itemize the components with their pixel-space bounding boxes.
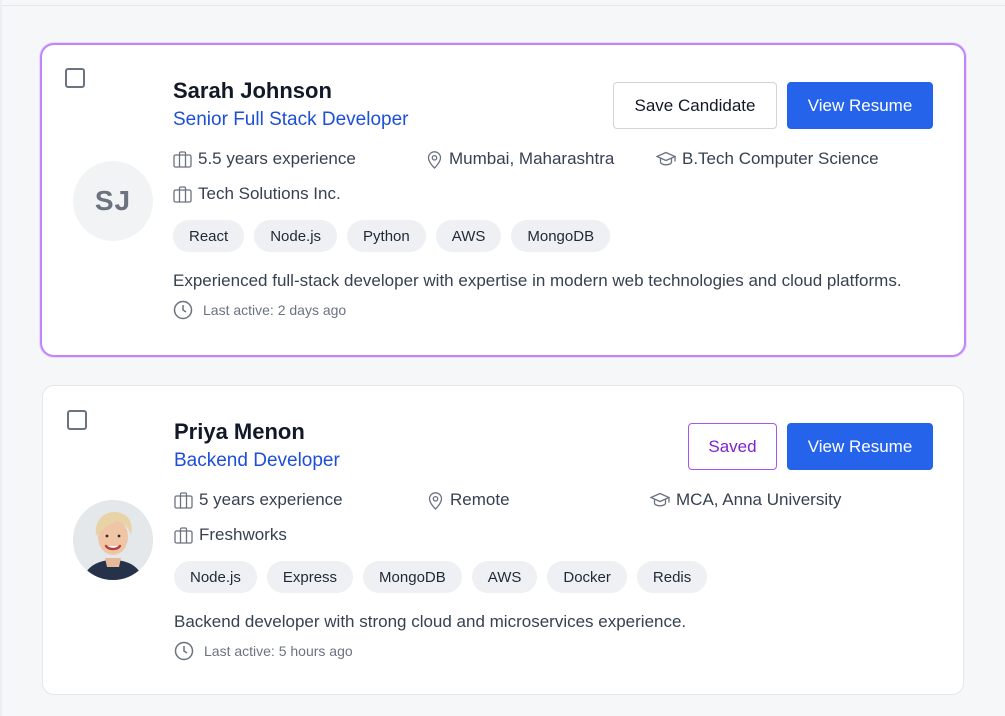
skill-tags: React Node.js Python AWS MongoDB (173, 220, 934, 252)
education-meta: MCA, Anna University (650, 490, 841, 510)
skill-tag: Python (347, 220, 426, 252)
location-text: Remote (450, 490, 510, 509)
candidate-photo (73, 500, 153, 580)
candidate-details: Sarah Johnson Senior Full Stack Develope… (173, 77, 934, 320)
skill-tags: Node.js Express MongoDB AWS Docker Redis (174, 561, 933, 593)
avatar-photo (73, 500, 153, 580)
select-candidate-checkbox[interactable] (67, 410, 87, 430)
briefcase-icon (173, 150, 192, 168)
meta-row: 5 years experience Remote MCA, Anna Univ… (174, 488, 933, 512)
candidate-name: Priya Menon (174, 419, 305, 444)
page-top-edge (0, 0, 1005, 6)
candidate-role: Senior Full Stack Developer (173, 109, 409, 130)
company-meta: Freshworks (174, 525, 287, 545)
education-text: MCA, Anna University (676, 490, 842, 509)
company-meta: Tech Solutions Inc. (173, 184, 341, 204)
candidate-name: Sarah Johnson (173, 78, 332, 103)
candidate-role: Backend Developer (174, 450, 340, 471)
candidate-card[interactable]: SJ Save Candidate View Resume Sarah John… (40, 43, 966, 357)
map-pin-icon (428, 491, 443, 510)
location-meta: Remote (427, 490, 650, 510)
location-meta: Mumbai, Maharashtra (426, 149, 656, 169)
last-active-text: Last active: 2 days ago (203, 302, 347, 318)
clock-icon (174, 641, 194, 661)
building-icon (173, 185, 192, 203)
last-active: Last active: 5 hours ago (174, 641, 933, 661)
meta-row: Freshworks (174, 523, 933, 547)
experience-meta: 5 years experience (174, 490, 427, 510)
company-text: Freshworks (199, 525, 287, 544)
location-text: Mumbai, Maharashtra (449, 149, 615, 168)
last-active: Last active: 2 days ago (173, 300, 934, 320)
skill-tag: AWS (435, 220, 502, 252)
experience-text: 5 years experience (199, 490, 343, 509)
meta-row: Tech Solutions Inc. (173, 182, 934, 206)
education-meta: B.Tech Computer Science (656, 149, 879, 169)
skill-tag: Express (266, 561, 354, 593)
select-candidate-checkbox[interactable] (65, 68, 85, 88)
candidate-summary: Experienced full-stack developer with ex… (173, 271, 902, 290)
meta-row: 5.5 years experience Mumbai, Maharashtra… (173, 147, 934, 171)
last-active-text: Last active: 5 hours ago (204, 643, 353, 659)
experience-text: 5.5 years experience (198, 149, 356, 168)
page-left-edge (0, 0, 2, 716)
education-text: B.Tech Computer Science (682, 149, 879, 168)
experience-meta: 5.5 years experience (173, 149, 426, 169)
skill-tag: Node.js (254, 220, 338, 252)
candidate-card[interactable]: Saved View Resume Priya Menon Backend De… (42, 385, 964, 695)
map-pin-icon (427, 150, 442, 169)
skill-tag: Docker (547, 561, 627, 593)
skill-tag: React (173, 220, 245, 252)
clock-icon (173, 300, 193, 320)
graduation-cap-icon (650, 492, 670, 507)
avatar-initials: SJ (73, 161, 153, 241)
skill-tag: AWS (471, 561, 538, 593)
graduation-cap-icon (656, 151, 676, 166)
skill-tag: MongoDB (363, 561, 462, 593)
briefcase-icon (174, 491, 193, 509)
candidate-details: Priya Menon Backend Developer 5 years ex… (174, 418, 933, 661)
skill-tag: Redis (636, 561, 708, 593)
company-text: Tech Solutions Inc. (198, 184, 341, 203)
candidate-summary: Backend developer with strong cloud and … (174, 612, 687, 631)
skill-tag: MongoDB (511, 220, 611, 252)
building-icon (174, 526, 193, 544)
skill-tag: Node.js (174, 561, 257, 593)
